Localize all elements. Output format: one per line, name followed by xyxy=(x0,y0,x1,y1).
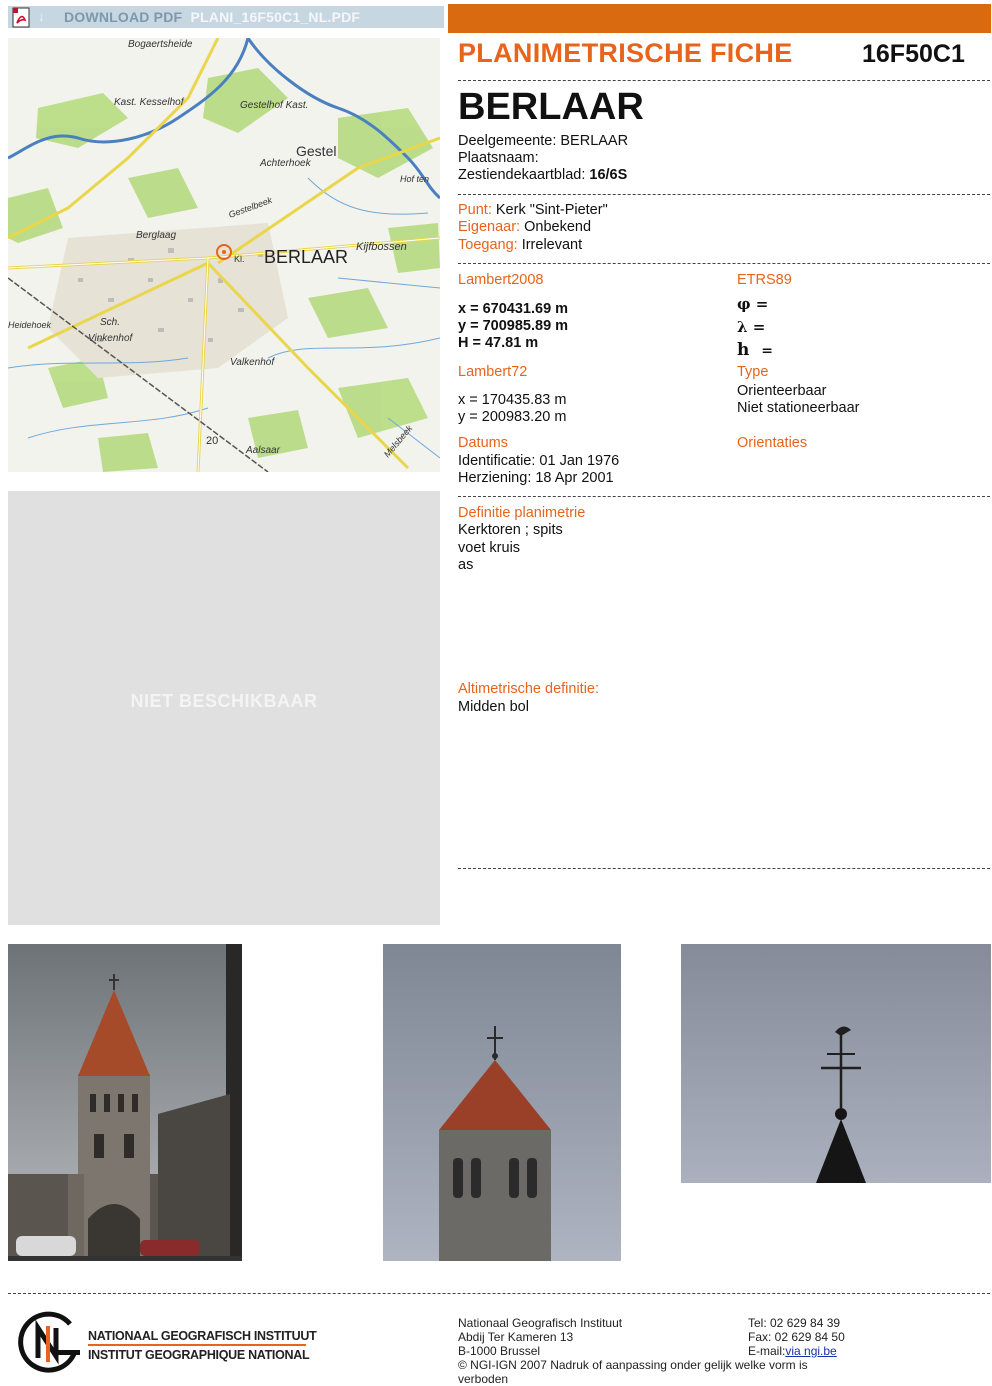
download-label: DOWNLOAD PDF xyxy=(64,9,183,25)
plaatsnaam-label: Plaatsnaam: xyxy=(458,150,539,166)
map-label-achterhoek: Achterhoek xyxy=(259,158,312,169)
church-photo-2 xyxy=(383,944,621,1261)
type-line2: Niet stationeerbaar xyxy=(737,400,860,416)
etrs89-heading: ETRS89 xyxy=(737,272,792,288)
church-photo-1 xyxy=(8,944,242,1261)
lambert2008-y: y = 700985.89 m xyxy=(458,318,569,334)
footer-divider xyxy=(8,1293,990,1294)
ngi-logo-icon xyxy=(18,1310,84,1376)
punt-value: Kerk "Sint-Pieter" xyxy=(495,202,608,218)
map-label-sch: Sch. xyxy=(100,317,120,328)
altimetrie-heading: Altimetrische definitie: xyxy=(458,681,600,697)
toegang-label: Toegang: xyxy=(458,237,518,253)
map-label-gestel: Gestel xyxy=(296,143,336,159)
map-label-valkenhof: Valkenhof xyxy=(230,357,275,368)
zestiendekaartblad-value: 16/6S xyxy=(589,167,628,183)
download-filename: PLANI_16F50C1_NL.PDF xyxy=(190,9,361,25)
map-label-hof-ten: Hof ten xyxy=(400,174,429,184)
punt-label: Punt: xyxy=(458,202,492,218)
divider xyxy=(458,263,990,264)
download-link[interactable]: DOWNLOAD PDF PLANI_16F50C1_NL.PDF xyxy=(64,9,360,25)
eigenaar-label: Eigenaar: xyxy=(458,219,521,235)
logo-line-2: INSTITUT GEOGRAPHIQUE NATIONAL xyxy=(88,1348,310,1362)
logo-rule xyxy=(88,1344,306,1346)
topographic-map: Bogaertsheide Kast. Kesselhof Gestelhof … xyxy=(8,38,440,472)
plaatsnaam-row: Plaatsnaam: xyxy=(458,150,539,167)
divider xyxy=(458,868,990,869)
etrs89-phi: φ = xyxy=(737,295,769,313)
etrs89-h-eq: = xyxy=(761,343,773,359)
map-label-gestelhof: Gestelhof Kast. xyxy=(240,100,308,111)
type-heading: Type xyxy=(737,364,769,380)
etrs89-h: h = xyxy=(737,342,773,360)
lambert2008-x: x = 670431.69 m xyxy=(458,301,569,317)
datums-heading: Datums xyxy=(458,435,508,451)
not-available-text: NIET BESCHIKBAAR xyxy=(130,691,318,711)
type-line1: Orienteerbaar xyxy=(737,383,827,399)
email-label: E-mail: xyxy=(748,1344,786,1358)
footer-email: E-mail:via ngi.be xyxy=(748,1344,837,1358)
divider xyxy=(458,496,990,497)
datums-herziening: Herziening: 18 Apr 2001 xyxy=(458,470,614,486)
map-label-kasteel-kesselhof: Kast. Kesselhof xyxy=(114,97,185,108)
map-label-vinkenhof: Vinkenhof xyxy=(88,333,134,344)
zestiendekaartblad-row: Zestiendekaartblad: 16/6S xyxy=(458,167,627,184)
map-label-berlaar: BERLAAR xyxy=(264,247,348,267)
definitie-heading: Definitie planimetrie xyxy=(458,505,586,521)
photo-placeholder: NIET BESCHIKBAAR xyxy=(8,491,440,925)
punt-row: Punt: Kerk "Sint-Pieter" xyxy=(458,202,608,219)
etrs89-lambda: λ = xyxy=(737,318,766,336)
eigenaar-row: Eigenaar: Onbekend xyxy=(458,219,591,236)
lambert72-y: y = 200983.20 m xyxy=(458,409,567,425)
footer-street: Abdij Ter Kameren 13 xyxy=(458,1330,574,1344)
definitie-line: as xyxy=(458,557,474,573)
map-label-heidehoek: Heidehoek xyxy=(8,320,52,330)
definitie-line: Kerktoren ; spits xyxy=(458,522,563,538)
footer-tel: Tel: 02 629 84 39 xyxy=(748,1316,841,1330)
email-link[interactable]: via ngi.be xyxy=(785,1344,836,1358)
toegang-row: Toegang: Irrelevant xyxy=(458,237,582,254)
eigenaar-value: Onbekend xyxy=(524,219,592,235)
lambert2008-h: H = 47.81 m xyxy=(458,335,539,351)
place-name: BERLAAR xyxy=(458,86,644,128)
church-photo-3 xyxy=(681,944,991,1183)
map-label-20: 20 xyxy=(206,435,218,447)
orientaties-heading: Orientaties xyxy=(737,435,808,451)
lambert2008-heading: Lambert2008 xyxy=(458,272,544,288)
lambert72-x: x = 170435.83 m xyxy=(458,392,567,408)
header-bar xyxy=(448,4,991,33)
map-label-kijfbossen: Kijfbossen xyxy=(356,241,407,253)
logo-line-1: NATIONAAL GEOGRAFISCH INSTITUUT xyxy=(88,1329,317,1343)
datums-identificatie: Identificatie: 01 Jan 1976 xyxy=(458,453,620,469)
fiche-code: 16F50C1 xyxy=(862,40,965,68)
deelgemeente-row: Deelgemeente: BERLAAR xyxy=(458,133,628,150)
deelgemeente-value: BERLAAR xyxy=(560,133,629,149)
footer-city: B-1000 Brussel xyxy=(458,1344,541,1358)
footer-org: Nationaal Geografisch Instituut xyxy=(458,1316,623,1330)
divider xyxy=(458,80,990,81)
zestiendekaartblad-label: Zestiendekaartblad: xyxy=(458,167,586,183)
fiche-title: PLANIMETRISCHE FICHE xyxy=(458,38,793,68)
map-label-aalsaar: Aalsaar xyxy=(245,445,281,456)
map-label-bogaertsheide: Bogaertsheide xyxy=(128,39,193,50)
download-arrow-icon[interactable]: ↓ xyxy=(38,9,45,24)
altimetrie-value: Midden bol xyxy=(458,699,529,715)
deelgemeente-label: Deelgemeente: xyxy=(458,133,557,149)
etrs89-h-label: h xyxy=(737,340,750,360)
footer-copyright-2: verboden xyxy=(458,1372,509,1386)
definitie-line: voet kruis xyxy=(458,540,521,556)
footer-copyright: © NGI-IGN 2007 Nadruk of aanpassing onde… xyxy=(458,1358,808,1372)
footer-fax: Fax: 02 629 84 50 xyxy=(748,1330,845,1344)
divider xyxy=(458,194,990,195)
map-label-berglaag: Berglaag xyxy=(136,230,176,241)
lambert72-heading: Lambert72 xyxy=(458,364,528,380)
pdf-icon[interactable] xyxy=(12,7,32,29)
toegang-value: Irrelevant xyxy=(521,237,583,253)
map-label-kl: Kl. xyxy=(234,254,245,264)
